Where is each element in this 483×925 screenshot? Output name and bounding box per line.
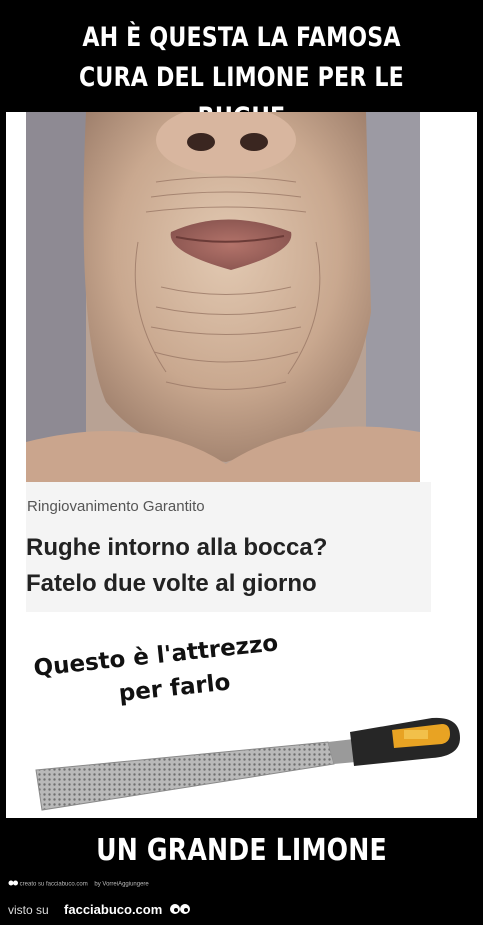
credits-author: by VorreiAggiungere	[94, 881, 149, 888]
ad-headline-line2: Fatelo due volte al giorno	[26, 570, 317, 597]
footer-visto-su: visto su	[8, 903, 49, 917]
eyes-icon	[169, 903, 190, 918]
footer: visto su facciabuco.com	[8, 902, 190, 918]
credits-created-on: creato su facciabuco.com	[19, 881, 88, 888]
credits-line: creato su facciabuco.com by VorreiAggiun…	[8, 880, 149, 888]
ad-headline-line1: Rughe intorno alla bocca?	[26, 534, 328, 561]
ad-headline: Rughe intorno alla bocca? Fatelo due vol…	[26, 530, 426, 602]
footer-site-link[interactable]: facciabuco.com	[64, 902, 162, 917]
content-panel: Ringiovanimento Garantito Rughe intorno …	[6, 112, 477, 818]
wrinkled-lips-illustration	[26, 112, 420, 482]
meme-bottom-text: UN GRANDE LIMONE	[96, 833, 387, 868]
ad-source-label: Ringiovanimento Garantito	[27, 498, 205, 515]
grater-rasp-illustration	[32, 712, 462, 822]
eyes-icon	[8, 880, 18, 888]
meme-image: AH È QUESTA LA FAMOSA CURA DEL LIMONE PE…	[0, 0, 483, 925]
handwritten-caption: Questo è l'attrezzo per farlo	[32, 621, 337, 720]
face-photo	[26, 112, 420, 482]
